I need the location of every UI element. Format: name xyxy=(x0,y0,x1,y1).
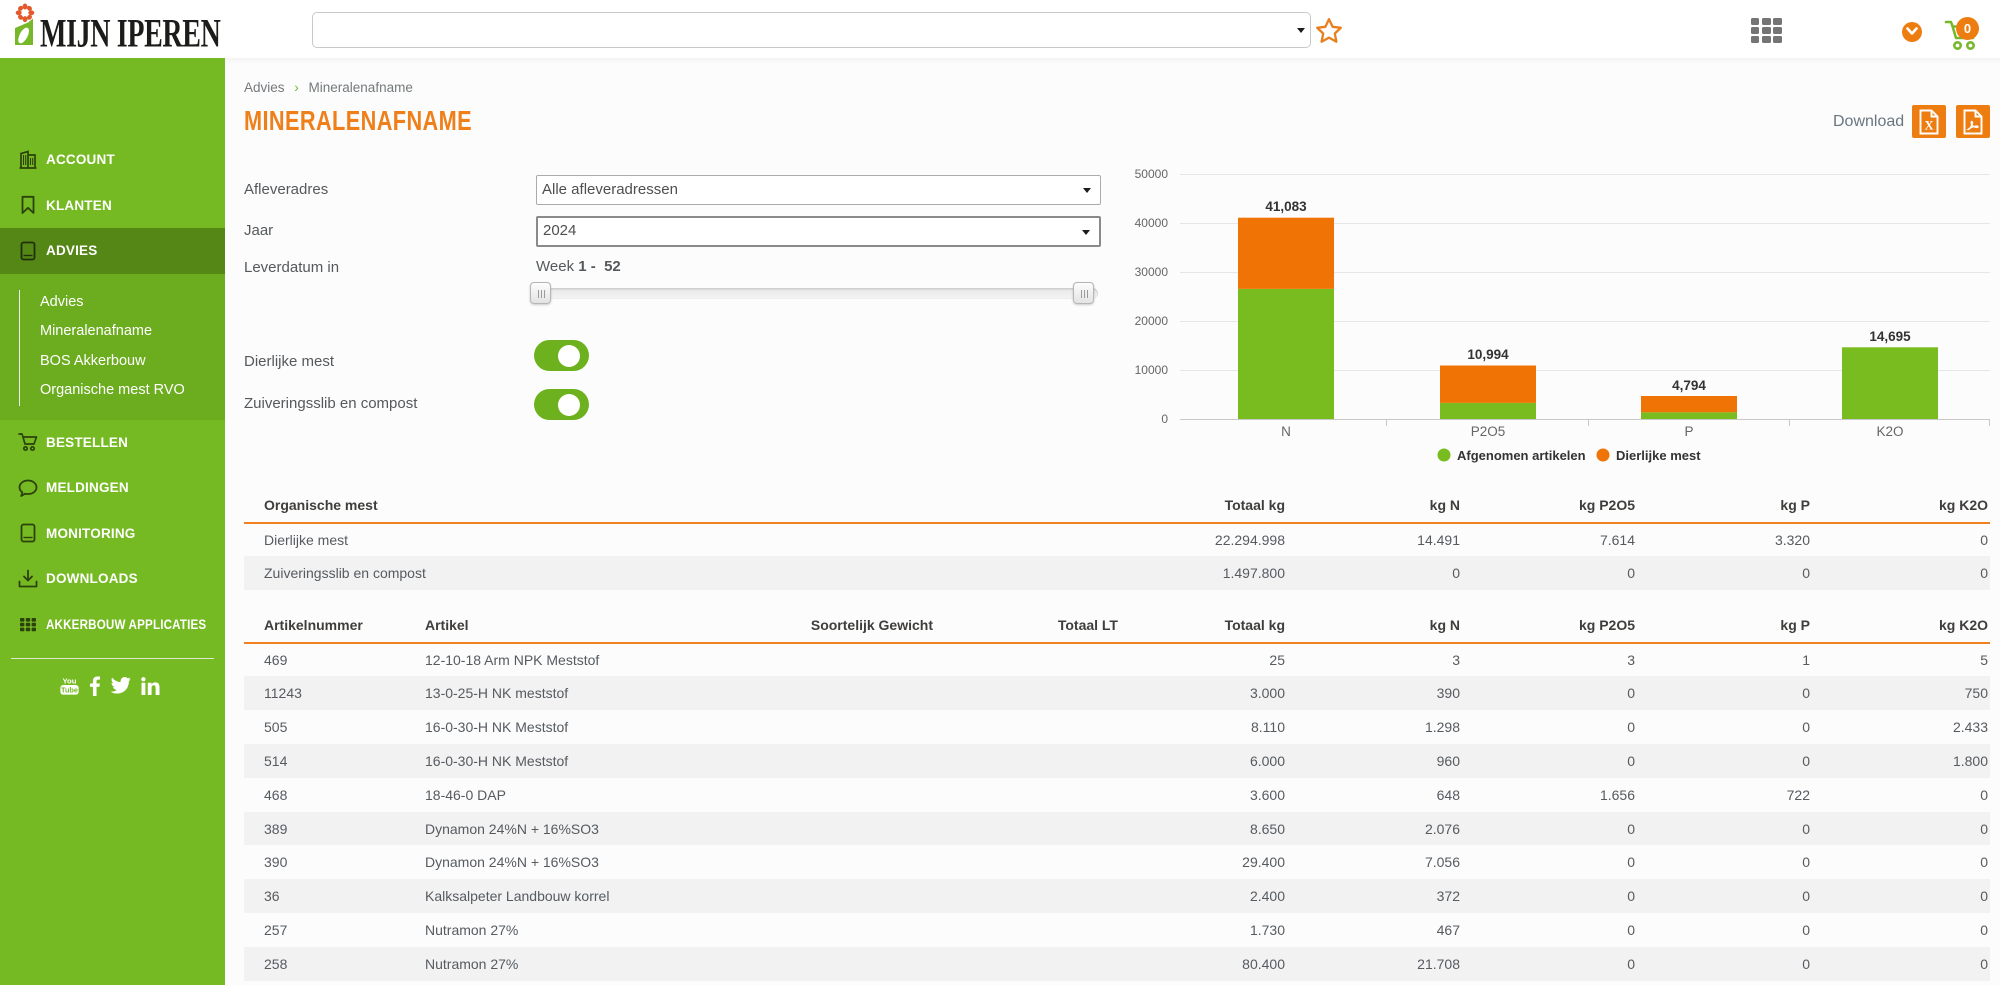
svg-text:4,794: 4,794 xyxy=(1672,378,1706,393)
svg-text:P2O5: P2O5 xyxy=(1471,424,1506,439)
svg-text:Tube: Tube xyxy=(61,685,78,694)
svg-text:10000: 10000 xyxy=(1135,363,1169,377)
svg-text:10,994: 10,994 xyxy=(1467,347,1509,362)
svg-text:41,083: 41,083 xyxy=(1265,199,1307,214)
svg-text:X: X xyxy=(1924,119,1933,133)
svg-text:P: P xyxy=(1684,424,1693,439)
svg-text:40000: 40000 xyxy=(1135,216,1169,230)
svg-text:20000: 20000 xyxy=(1135,314,1169,328)
svg-text:K2O: K2O xyxy=(1876,424,1903,439)
svg-text:14,695: 14,695 xyxy=(1869,329,1911,344)
svg-text:50000: 50000 xyxy=(1135,167,1169,181)
svg-text:You: You xyxy=(62,677,76,686)
svg-text:Afgenomen artikelen: Afgenomen artikelen xyxy=(1457,448,1586,463)
svg-text:0: 0 xyxy=(1161,412,1168,426)
svg-text:30000: 30000 xyxy=(1135,265,1169,279)
svg-text:MIJN IPEREN: MIJN IPEREN xyxy=(40,12,221,56)
svg-text:Dierlijke mest: Dierlijke mest xyxy=(1616,448,1701,463)
svg-text:N: N xyxy=(1281,424,1291,439)
